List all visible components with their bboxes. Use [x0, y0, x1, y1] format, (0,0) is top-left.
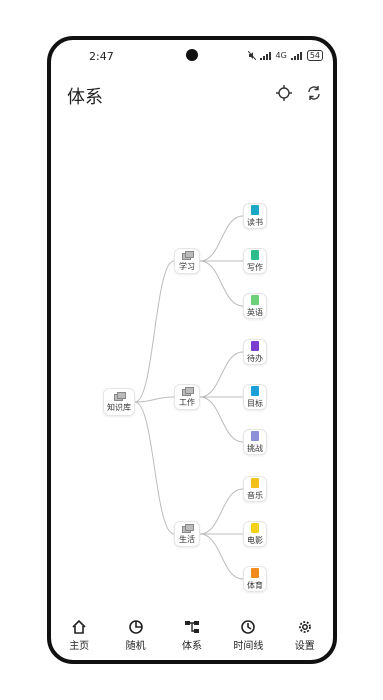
mindmap-leaf-node[interactable]: 待办: [243, 339, 267, 365]
node-label: 电影: [247, 535, 263, 545]
mindmap-branch-node[interactable]: 学习: [174, 248, 200, 274]
mindmap-leaf-node[interactable]: 音乐: [243, 476, 267, 502]
clock-icon: [241, 620, 256, 634]
mindmap-branch-node[interactable]: 生活: [174, 521, 200, 547]
mindmap-leaf-node[interactable]: 挑战: [243, 429, 267, 455]
book-icon: [251, 340, 259, 351]
node-label: 待办: [247, 353, 263, 363]
crosshair-icon: [276, 85, 292, 101]
refresh-icon: [308, 86, 320, 100]
mindmap-leaf-node[interactable]: 体育: [243, 566, 267, 592]
book-icon: [251, 294, 259, 305]
node-label: 写作: [247, 262, 263, 272]
node-label: 目标: [247, 398, 263, 408]
folder-stack-icon: [182, 386, 194, 396]
folder-stack-icon: [182, 250, 194, 260]
refresh-button[interactable]: [303, 82, 325, 104]
nav-hierarchy[interactable]: 体系: [167, 620, 217, 652]
bottom-nav: 主页 随机 体系 时间线 设置: [51, 612, 333, 660]
nav-label: 随机: [125, 641, 146, 652]
mindmap-branch-node[interactable]: 工作: [174, 384, 200, 410]
battery-indicator: 54: [306, 50, 323, 61]
mindmap-leaf-node[interactable]: 英语: [243, 293, 267, 319]
mindmap-leaf-node[interactable]: 写作: [243, 248, 267, 274]
node-label: 知识库: [107, 402, 131, 412]
node-label: 体育: [247, 580, 263, 590]
nav-home[interactable]: 主页: [54, 620, 104, 652]
mindmap-leaf-node[interactable]: 电影: [243, 521, 267, 547]
nav-label: 体系: [181, 641, 202, 652]
folder-stack-icon: [114, 391, 126, 401]
random-icon: [128, 620, 143, 634]
book-icon: [251, 204, 259, 215]
status-time: 2:47: [89, 50, 114, 63]
home-icon: [72, 620, 86, 634]
mindmap-edge: [199, 260, 244, 307]
mindmap-root-node[interactable]: 知识库: [103, 388, 135, 416]
book-icon: [251, 567, 259, 578]
mindmap-edge: [199, 533, 244, 580]
mindmap-edge: [199, 351, 244, 398]
mindmap-edge: [199, 215, 244, 262]
mute-icon: [247, 51, 256, 60]
mindmap-edge: [134, 401, 175, 535]
folder-stack-icon: [182, 523, 194, 533]
node-label: 生活: [179, 534, 195, 544]
nav-settings[interactable]: 设置: [280, 620, 330, 652]
node-label: 英语: [247, 307, 263, 317]
signal-icon-2: [290, 51, 302, 60]
mindmap-edge: [199, 396, 244, 443]
mindmap-leaf-node[interactable]: 目标: [243, 384, 267, 410]
mindmap-leaf-node[interactable]: 读书: [243, 203, 267, 229]
book-icon: [251, 522, 259, 533]
phone-frame: 2:47 4G 54 体系 知识库 学习 读书 写作 英语 工作 待办 目标 挑…: [47, 36, 337, 664]
node-label: 学习: [179, 261, 195, 271]
book-icon: [251, 385, 259, 396]
node-label: 挑战: [247, 443, 263, 453]
gear-icon: [298, 621, 311, 633]
mindmap-canvas[interactable]: 知识库 学习 读书写作英语工作 待办目标挑战生活 音乐电影体育: [51, 118, 333, 618]
nav-timeline[interactable]: 时间线: [223, 620, 273, 652]
node-label: 音乐: [247, 490, 263, 500]
nav-label: 设置: [294, 641, 315, 652]
app-bar: 体系: [51, 80, 333, 110]
status-icons: 4G 54: [247, 50, 323, 61]
camera-cutout: [186, 49, 198, 61]
nav-label: 主页: [69, 641, 90, 652]
nav-random[interactable]: 随机: [111, 620, 161, 652]
mindmap-edge: [134, 260, 175, 403]
book-icon: [251, 477, 259, 488]
mindmap-edge: [199, 488, 244, 535]
hierarchy-icon: [184, 621, 199, 633]
locate-button[interactable]: [273, 82, 295, 104]
nav-label: 时间线: [233, 641, 264, 652]
status-bar: 2:47 4G 54: [51, 40, 333, 66]
signal-icon: [259, 51, 271, 60]
page-title: 体系: [67, 87, 103, 108]
book-icon: [251, 430, 259, 441]
node-label: 工作: [179, 397, 195, 407]
node-label: 读书: [247, 217, 263, 227]
network-label: 4G: [275, 51, 287, 60]
book-icon: [251, 249, 259, 260]
